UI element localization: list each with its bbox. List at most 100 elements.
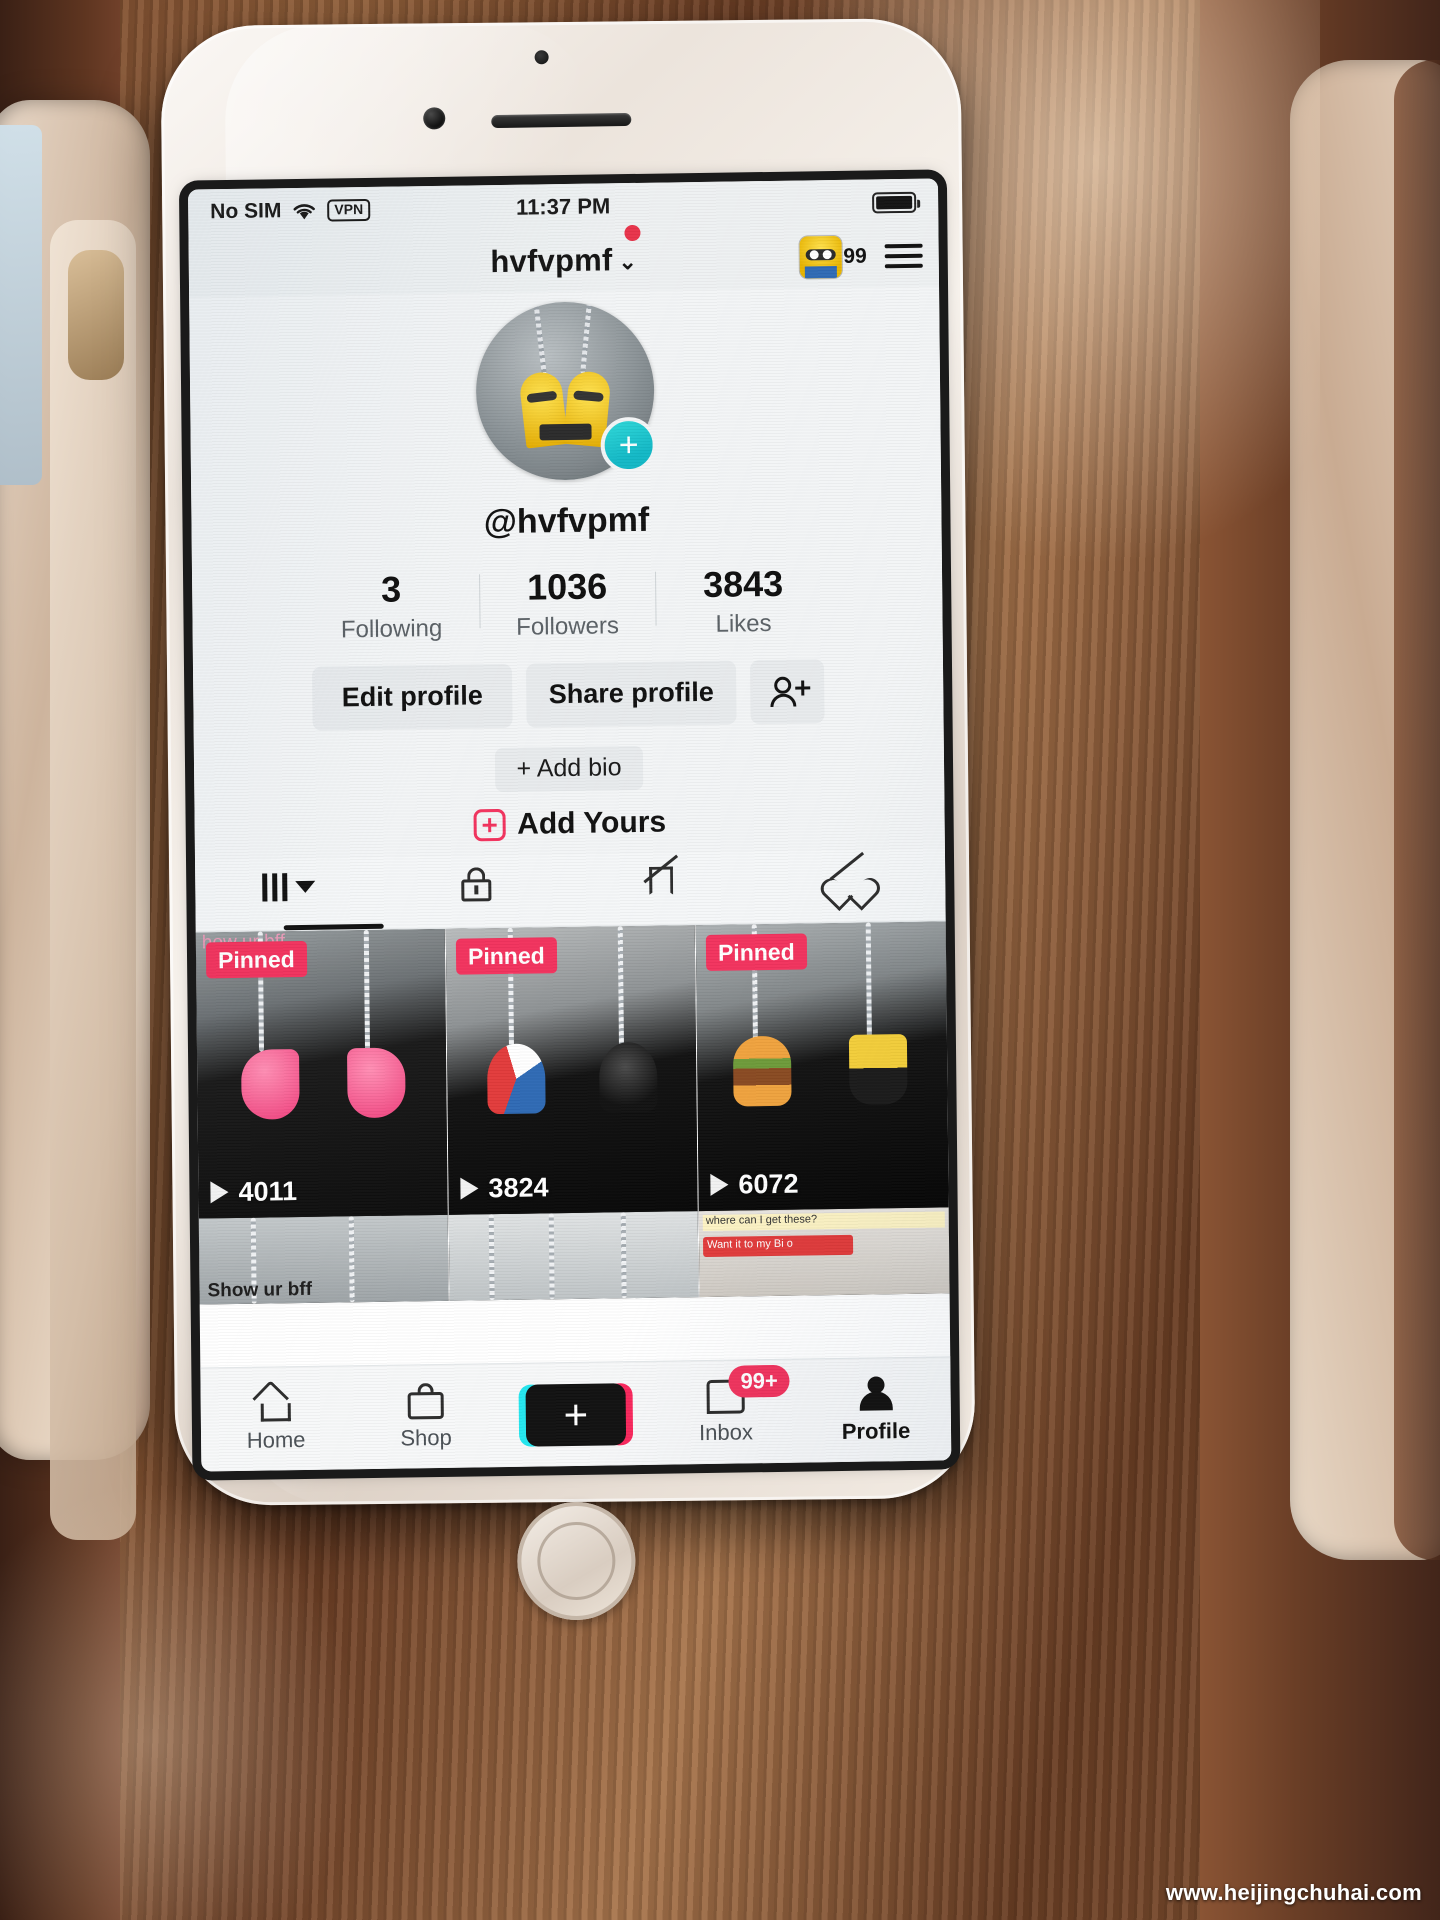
video-cell[interactable] (448, 1210, 700, 1301)
play-icon (210, 1181, 229, 1204)
app-header: hvfvpmf ⌄ 99 (188, 224, 940, 298)
vpn-badge: VPN (327, 199, 371, 222)
stat-followers[interactable]: 1036 Followers (479, 565, 656, 642)
add-bio-button[interactable]: + Add bio (494, 745, 644, 792)
table-edge-right (1394, 60, 1440, 1560)
pinned-badge: Pinned (455, 936, 557, 976)
phone-device: No SIM VPN 11:37 PM hvfvpmf ⌄ 99 + @hvfv… (160, 17, 976, 1621)
nav-label: Shop (400, 1424, 452, 1451)
home-button[interactable] (516, 1501, 636, 1621)
avatar-pendant-graphic (518, 369, 612, 449)
avatar-badge-count: 99 (843, 244, 867, 268)
avatar-badge[interactable]: 99 (799, 235, 867, 279)
profile-tabs (195, 849, 946, 933)
pinned-badge: Pinned (205, 940, 307, 979)
carrier-label: No SIM (210, 199, 282, 224)
video-thumbnail (448, 1210, 699, 1301)
view-count-label: 3824 (488, 1171, 549, 1203)
stat-value: 3 (380, 568, 402, 610)
nav-shop[interactable]: Shop (350, 1382, 501, 1452)
profile-handle: @hvfvpmf (483, 500, 650, 542)
add-user-button[interactable] (749, 658, 825, 724)
hamburger-menu-icon[interactable] (884, 243, 923, 269)
video-overlay-banner-secondary: Want it to my Bi o (702, 1234, 854, 1257)
stat-likes[interactable]: 3843 Likes (655, 563, 832, 639)
nav-create[interactable]: + (501, 1382, 652, 1447)
profile-avatar-wrap[interactable]: + (475, 300, 657, 482)
status-right (872, 191, 917, 213)
case-inner-left (50, 220, 136, 1540)
chevron-down-icon: ⌄ (618, 248, 638, 275)
wifi-icon (293, 203, 316, 219)
shop-bag-icon (407, 1382, 444, 1419)
video-cell[interactable]: where can I get these? Want it to my Bi … (698, 1206, 950, 1297)
nav-home[interactable]: Home (201, 1379, 352, 1454)
front-camera (423, 107, 446, 130)
stat-value: 3843 (702, 562, 784, 605)
bottom-navigation: Home Shop + 99+ Inbox Profile (200, 1356, 952, 1472)
nav-profile[interactable]: Profile (800, 1375, 951, 1445)
video-view-count: 4011 (210, 1176, 297, 1208)
avatar (799, 235, 842, 279)
add-yours-label: Add Yours (517, 805, 667, 841)
neighbor-phone-screen-left (0, 125, 42, 485)
watermark: www.heijingchuhai.com (1165, 1880, 1422, 1905)
tab-liked[interactable] (757, 849, 945, 923)
play-icon (710, 1173, 729, 1197)
share-profile-button[interactable]: Share profile (525, 660, 737, 728)
tab-private[interactable] (382, 855, 570, 929)
light-glare-bottom-left (0, 1480, 360, 1920)
earpiece-speaker (491, 112, 632, 129)
pinned-badge: Pinned (705, 933, 807, 972)
proximity-sensor (534, 50, 549, 65)
edit-profile-button[interactable]: Edit profile (311, 663, 513, 731)
lock-icon (461, 867, 492, 902)
account-switcher[interactable]: hvfvpmf ⌄ (490, 224, 641, 280)
stat-label: Following (340, 614, 443, 643)
header-actions: 99 (799, 235, 923, 279)
video-cell[interactable]: Pinned 6072 (695, 921, 949, 1211)
view-count-label: 6072 (738, 1168, 799, 1200)
grid-chevron-icon (262, 873, 288, 902)
inbox-badge: 99+ (728, 1364, 790, 1398)
home-button-ring (536, 1521, 616, 1601)
nav-label: Inbox (698, 1418, 754, 1445)
notification-dot-icon (624, 224, 641, 242)
video-view-count: 3824 (460, 1171, 549, 1204)
heart-off-icon (829, 852, 869, 896)
view-count-label: 4011 (238, 1175, 298, 1207)
add-avatar-icon[interactable]: + (600, 416, 657, 474)
profile-actions: Edit profile Share profile (193, 657, 944, 732)
stat-following[interactable]: 3 Following (303, 568, 480, 644)
video-cell[interactable]: Show ur bff (198, 1214, 450, 1305)
battery-icon (872, 191, 917, 213)
play-icon (460, 1177, 479, 1200)
video-caption: Show ur bff (207, 1278, 313, 1301)
tab-videos-grid[interactable] (195, 857, 383, 931)
tab-reposts[interactable] (570, 852, 758, 926)
phone-screen: No SIM VPN 11:37 PM hvfvpmf ⌄ 99 + @hvfv… (187, 178, 952, 1472)
nav-label: Profile (841, 1417, 911, 1444)
status-left: No SIM VPN (210, 198, 371, 224)
add-yours-icon (473, 808, 506, 842)
profile-stats: 3 Following 1036 Followers 3843 Likes (192, 561, 943, 646)
create-plus-icon[interactable]: + (525, 1382, 627, 1447)
status-time: 11:37 PM (515, 193, 611, 220)
video-cell[interactable]: Pinned 3824 (445, 924, 699, 1215)
stat-value: 1036 (526, 565, 608, 608)
profile-person-icon (857, 1375, 893, 1413)
chevron-down-icon (295, 880, 316, 894)
home-icon (252, 1379, 296, 1422)
stat-label: Followers (516, 611, 620, 641)
profile-section: + @hvfvpmf 3 Following 1036 Followers 38… (189, 286, 945, 861)
stat-label: Likes (715, 609, 772, 638)
video-view-count: 6072 (710, 1168, 799, 1200)
case-lens-left (68, 250, 124, 380)
video-cell[interactable]: how ur bff Pinned 4011 (195, 928, 449, 1219)
add-user-icon (770, 676, 811, 707)
nav-label: Home (246, 1426, 306, 1453)
bookmark-off-icon (643, 854, 681, 899)
video-grid: how ur bff Pinned 4011 Pinned 3824 (195, 921, 950, 1305)
nav-inbox[interactable]: 99+ Inbox (650, 1364, 801, 1446)
account-name: hvfvpmf (490, 242, 613, 280)
